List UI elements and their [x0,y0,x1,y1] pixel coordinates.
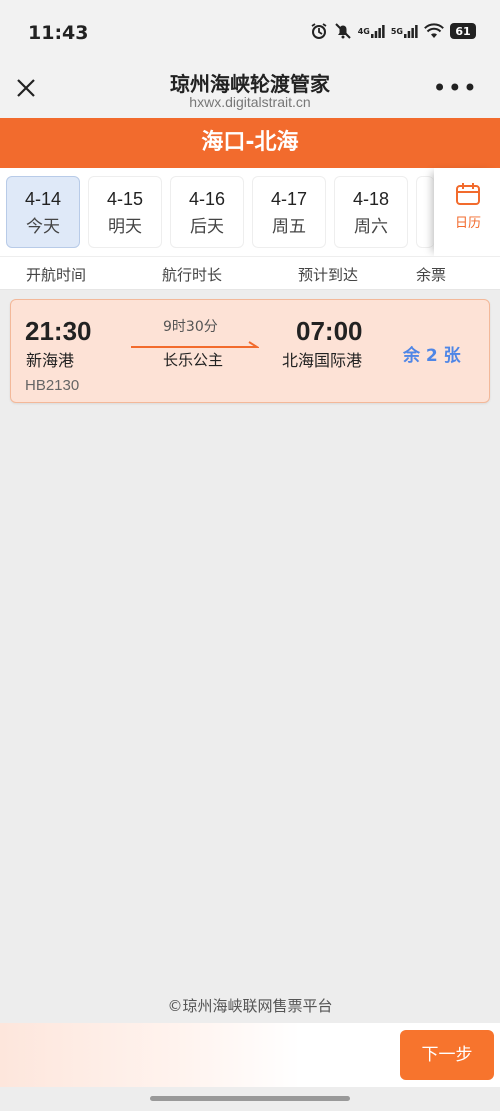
more-menu-icon[interactable]: ••• [433,76,478,100]
date-item[interactable]: 4-17 周五 [252,176,326,248]
home-indicator[interactable] [150,1096,350,1101]
date-item[interactable]: 4-16 后天 [170,176,244,248]
voyage-number: HB2130 [25,377,80,394]
wifi-icon [424,23,444,39]
next-button[interactable]: 下一步 [400,1030,494,1080]
footer-copyright: ©琼州海峡联网售票平台 [167,997,333,1015]
col-depart: 开航时间 [26,266,87,284]
col-tickets: 余票 [416,266,447,284]
route-arrow-icon [131,336,261,348]
departure-port: 新海港 [26,351,75,370]
page-title: 琼州海峡轮渡管家 [170,72,330,96]
tickets-remaining: 余 2 张 [403,346,461,366]
title-bar: 琼州海峡轮渡管家 hxwx.digitalstrait.cn ••• [0,64,500,118]
date-value: 4-16 [188,189,226,209]
route-title: 海口-北海 [0,118,500,168]
calendar-icon [455,183,481,210]
net-label-1: 4G [357,26,370,36]
page-url: hxwx.digitalstrait.cn [189,94,311,110]
date-weekday: 周六 [354,217,388,237]
arrival-time: 07:00 [296,316,363,346]
net-label-2: 5G [390,26,403,36]
date-item-selected[interactable]: 4-14 今天 [6,176,80,248]
date-value: 4-18 [352,189,390,209]
battery-icon: 61 [450,23,476,39]
mute-bell-icon [334,22,352,40]
date-weekday: 今天 [26,217,60,237]
signal-4g-icon: 4G [358,24,385,38]
column-headers: 开航时间 航行时长 预计到达 余票 [0,256,500,290]
status-time: 11:43 [28,22,89,44]
date-value: 4-15 [106,189,144,209]
col-arrive: 预计到达 [298,266,359,284]
alarm-icon [310,22,328,40]
date-weekday: 后天 [190,217,224,237]
col-duration: 航行时长 [162,266,223,284]
voyage-duration: 9时30分 [163,319,218,335]
ship-name: 长乐公主 [163,351,224,369]
date-item[interactable]: 4-15 明天 [88,176,162,248]
calendar-label: 日历 [454,216,481,231]
arrival-port: 北海国际港 [282,351,363,370]
date-item-partial[interactable] [416,176,434,248]
voyage-card[interactable]: 21:30 新海港 9时30分 长乐公主 07:00 北海国际港 余 2 张 H… [10,299,490,403]
date-selector: 4-14 今天 4-15 明天 4-16 后天 4-17 周五 4-18 周六 … [0,168,500,256]
date-weekday: 明天 [108,217,142,237]
calendar-button[interactable]: 日历 [440,182,496,242]
system-icons: 4G 5G 61 [310,22,476,40]
date-value: 4-17 [270,189,308,209]
date-value: 4-14 [24,189,62,209]
signal-5g-icon: 5G [391,24,418,38]
date-item[interactable]: 4-18 周六 [334,176,408,248]
status-bar: 11:43 4G 5G 61 [0,0,500,64]
date-weekday: 周五 [272,217,306,237]
departure-time: 21:30 [25,316,92,346]
